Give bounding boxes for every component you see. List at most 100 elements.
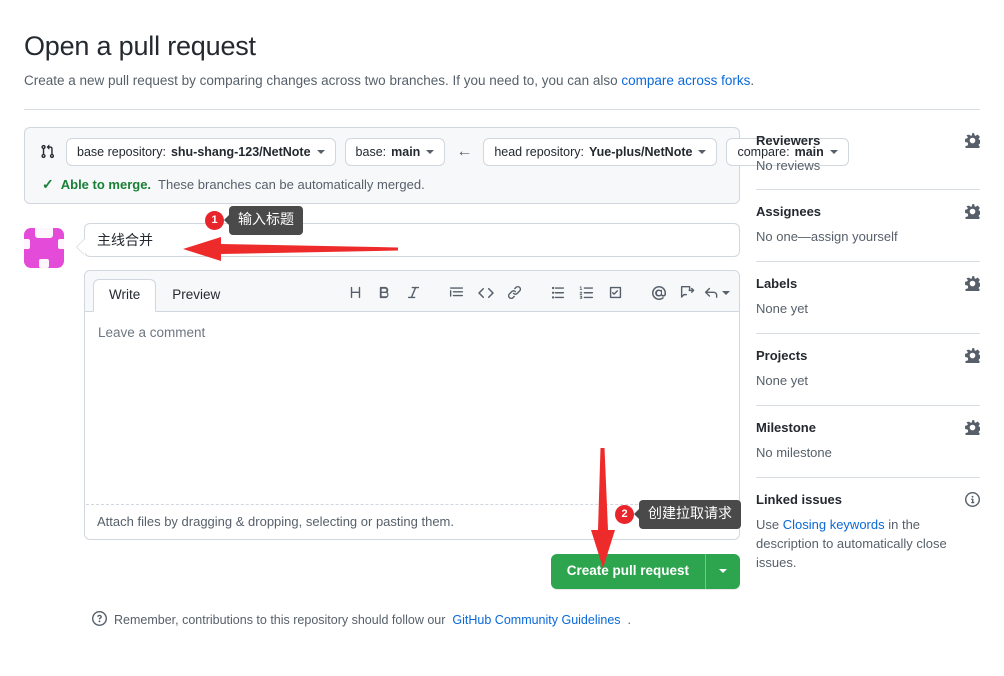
base-repository-label: base repository:: [77, 144, 166, 159]
chevron-down-icon: [426, 149, 435, 154]
milestone-title: Milestone: [756, 420, 816, 436]
annotation-2-tooltip: 创建拉取请求: [634, 500, 741, 529]
projects-title: Projects: [756, 348, 808, 364]
community-guidelines-text: Remember, contributions to this reposito…: [114, 613, 446, 628]
avatar-shape-right: [58, 238, 64, 249]
page-subtitle-suffix: .: [750, 73, 755, 89]
sidebar-divider: [756, 476, 980, 478]
reviewers-value: No reviews: [756, 157, 821, 173]
mention-icon[interactable]: [644, 281, 673, 305]
sidebar-section-projects: Projects None yet: [756, 347, 980, 391]
sidebar-section-linked-issues: Linked issues Use Closing keywords in th…: [756, 491, 980, 573]
merge-status: ✓ Able to merge. These branches can be a…: [42, 177, 727, 192]
sidebar-divider: [756, 189, 980, 191]
labels-value: None yet: [756, 301, 809, 317]
ordered-list-icon[interactable]: [572, 281, 601, 305]
branch-compare-box: base repository: shu-shang-123/NetNote b…: [24, 126, 849, 204]
info-icon[interactable]: [965, 491, 980, 507]
avatar-column: [24, 223, 84, 629]
check-icon: ✓: [42, 176, 54, 193]
projects-value: None yet: [756, 373, 809, 389]
closing-keywords-link[interactable]: Closing keywords: [783, 517, 885, 532]
sidebar-divider: [756, 405, 980, 407]
page-body: base repository: shu-shang-123/NetNote b…: [0, 126, 1004, 629]
info-icon: [92, 611, 107, 629]
bold-icon[interactable]: [370, 281, 399, 305]
base-branch-value: main: [391, 144, 421, 159]
tab-preview[interactable]: Preview: [156, 279, 236, 312]
page-subtitle-text: Create a new pull request by comparing c…: [24, 73, 622, 89]
sidebar: Reviewers No reviews Assignees No one—as…: [756, 127, 980, 629]
merge-status-text: These branches can be automatically merg…: [158, 176, 425, 192]
chevron-down-icon: [316, 149, 325, 154]
speech-notch-fill: [77, 238, 85, 255]
page-header: Open a pull request Create a new pull re…: [0, 0, 1004, 92]
page-title: Open a pull request: [24, 31, 256, 61]
avatar: [24, 227, 64, 268]
sidebar-section-milestone: Milestone No milestone: [756, 419, 980, 463]
page-subtitle: Create a new pull request by comparing c…: [24, 71, 980, 91]
gear-icon[interactable]: [965, 420, 980, 436]
gear-icon[interactable]: [965, 348, 980, 364]
gear-icon[interactable]: [965, 132, 980, 148]
create-pull-request-label: Create pull request: [566, 562, 689, 578]
pull-request-title-value: 主线合并: [97, 231, 153, 248]
assignees-title: Assignees: [756, 204, 822, 220]
create-pull-request-button[interactable]: Create pull request: [550, 553, 740, 590]
annotation-arrow-down: [588, 448, 618, 573]
linked-issues-prefix: Use: [756, 516, 783, 532]
assignees-heading: Assignees: [756, 204, 980, 220]
reference-icon[interactable]: [673, 281, 702, 305]
merge-status-bold: Able to merge.: [60, 176, 152, 192]
unordered-list-icon[interactable]: [543, 281, 572, 305]
annotation-1: 1 输入标题: [205, 206, 303, 235]
pull-request-composer: 主线合并 Write Preview Leave a comment Attac…: [24, 222, 740, 629]
code-icon[interactable]: [471, 281, 500, 305]
linked-issues-title: Linked issues: [756, 491, 842, 507]
avatar-shape-left: [24, 238, 30, 249]
linked-issues-text: Use Closing keywords in the description …: [756, 516, 980, 573]
annotation-arrow-left: [183, 234, 398, 269]
community-guidelines-note: Remember, contributions to this reposito…: [84, 611, 740, 629]
header-divider: [24, 108, 980, 110]
sidebar-section-reviewers: Reviewers No reviews: [756, 132, 980, 176]
create-pull-request-dropdown[interactable]: [706, 554, 740, 589]
composer-tabs-bar: Write Preview: [85, 270, 739, 312]
reply-icon[interactable]: [702, 281, 731, 305]
head-repository-value: Yue-plus/NetNote: [588, 144, 693, 159]
tab-write[interactable]: Write: [93, 278, 157, 312]
italic-icon[interactable]: [399, 281, 428, 305]
community-guidelines-link[interactable]: GitHub Community Guidelines: [452, 613, 620, 627]
reviewers-title: Reviewers: [756, 132, 821, 148]
base-branch-selector[interactable]: base: main: [344, 137, 446, 166]
head-repository-label: head repository:: [494, 144, 584, 159]
markdown-toolbar: [341, 281, 731, 311]
reviewers-heading: Reviewers: [756, 132, 980, 148]
compare-across-forks-link[interactable]: compare across forks: [621, 73, 750, 88]
submit-row: Create pull request: [84, 553, 740, 590]
chevron-down-icon: [698, 149, 707, 154]
composer-card: 主线合并 Write Preview Leave a comment Attac…: [76, 222, 740, 629]
assignees-value: No one—assign yourself: [756, 229, 898, 245]
task-list-icon[interactable]: [601, 281, 630, 305]
base-branch-label: base:: [355, 144, 387, 159]
gear-icon[interactable]: [965, 204, 980, 220]
link-icon[interactable]: [500, 281, 529, 305]
labels-heading: Labels: [756, 276, 980, 292]
comment-textarea[interactable]: Leave a comment: [85, 311, 739, 504]
chevron-down-icon: [721, 290, 730, 295]
sidebar-divider: [756, 261, 980, 263]
projects-heading: Projects: [756, 348, 980, 364]
annotation-1-badge: 1: [205, 210, 224, 230]
gear-icon[interactable]: [965, 276, 980, 292]
sidebar-divider: [756, 333, 980, 335]
quote-icon[interactable]: [442, 281, 471, 305]
attach-files-text: Attach files by dragging & dropping, sel…: [97, 513, 454, 529]
sidebar-section-assignees: Assignees No one—assign yourself: [756, 203, 980, 247]
heading-icon[interactable]: [341, 281, 370, 305]
annotation-2: 2 创建拉取请求: [615, 500, 741, 529]
annotation-2-badge: 2: [615, 504, 634, 524]
base-repository-value: shu-shang-123/NetNote: [170, 144, 311, 159]
head-repository-selector[interactable]: head repository: Yue-plus/NetNote: [483, 137, 718, 166]
base-repository-selector[interactable]: base repository: shu-shang-123/NetNote: [66, 137, 336, 166]
